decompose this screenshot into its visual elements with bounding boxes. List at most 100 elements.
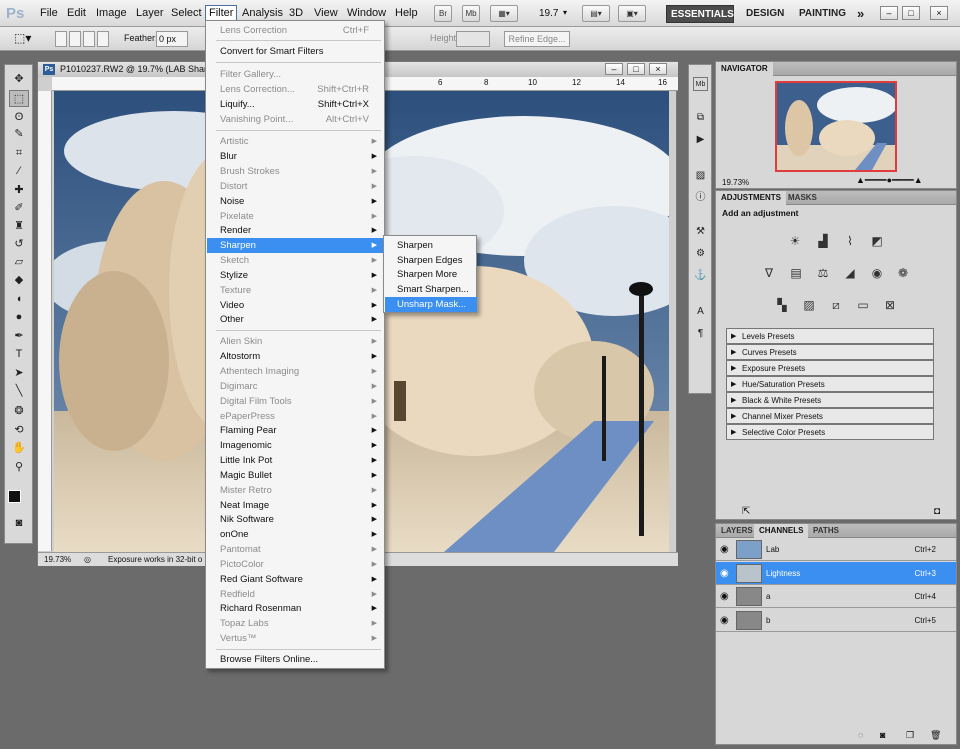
launch-minibridge-button[interactable]: Mb	[462, 5, 480, 22]
menu-item-filter-gallery[interactable]: Filter Gallery...	[207, 67, 383, 82]
menu-window[interactable]: Window	[347, 7, 386, 19]
marquee-tool-preset-icon[interactable]: ⬚▾	[14, 31, 42, 47]
status-zoom[interactable]: 19.73%	[44, 553, 71, 566]
hand-tool-icon[interactable]: ✋	[9, 440, 29, 457]
tab-channels[interactable]: CHANNELS	[754, 524, 809, 538]
preset-hue-saturation[interactable]: ▶ Hue/Saturation Presets	[726, 376, 934, 392]
save-selection-icon[interactable]: ◙	[880, 730, 885, 740]
vibrance-icon[interactable]: ∇	[760, 265, 778, 281]
menu-help[interactable]: Help	[395, 7, 418, 19]
dodge-tool-icon[interactable]: ●	[9, 309, 29, 326]
exposure-icon[interactable]: ◩	[868, 233, 886, 249]
tab-masks[interactable]: MASKS	[783, 191, 822, 205]
launch-bridge-button[interactable]: Br	[434, 5, 452, 22]
paint-bucket-tool-icon[interactable]: ◆	[9, 272, 29, 289]
eye-icon[interactable]: ◉	[720, 585, 729, 608]
restore-button[interactable]: □	[902, 6, 920, 20]
curves-icon[interactable]: ⌇	[841, 233, 859, 249]
channel-row-b[interactable]: ◉ b Ctrl+5	[716, 609, 956, 632]
navigator-icon[interactable]: ▨	[693, 169, 708, 183]
crop-tool-icon[interactable]: ⌗	[9, 145, 29, 162]
menu-filter[interactable]: Filter	[205, 5, 238, 21]
invert-icon[interactable]: ▚	[773, 297, 791, 313]
zoom-slider[interactable]: ▲━━━━●━━━━▲	[856, 175, 923, 186]
eyedropper-tool-icon[interactable]: ⁄	[9, 163, 29, 180]
trash-icon[interactable]: 🗑	[930, 730, 941, 741]
menu-item-plugin[interactable]: PictoColor ▶	[207, 557, 383, 572]
menu-3d[interactable]: 3D	[289, 7, 303, 19]
menu-item-plugin[interactable]: Alien Skin ▶	[207, 334, 383, 349]
return-icon[interactable]: ⇱	[742, 506, 750, 517]
clone-stamp-tool-icon[interactable]: ♜	[9, 218, 29, 235]
menu-item-plugin[interactable]: Neat Image ▶	[207, 498, 383, 513]
height-input[interactable]	[456, 31, 490, 47]
screen-mode-icon[interactable]: ▣▾	[618, 5, 646, 22]
gradient-map-icon[interactable]: ▭	[854, 297, 872, 313]
eye-icon[interactable]: ◉	[720, 538, 729, 561]
doc-restore-button[interactable]: □	[627, 63, 645, 75]
menu-item-render[interactable]: Render ▶	[207, 223, 383, 238]
menu-item-plugin[interactable]: Imagenomic ▶	[207, 438, 383, 453]
submenu-item-sharpen-more[interactable]: Sharpen More	[385, 267, 477, 282]
menu-edit[interactable]: Edit	[67, 7, 86, 19]
hue-saturation-icon[interactable]: ▤	[787, 265, 805, 281]
menu-item-plugin[interactable]: Pantomat ▶	[207, 542, 383, 557]
eraser-tool-icon[interactable]: ▱	[9, 254, 29, 271]
menu-item-lens-correction[interactable]: Lens Correction... Shift+Ctrl+R	[207, 82, 383, 97]
tool-presets-icon[interactable]: ⚓	[693, 269, 708, 283]
workspace-essentials[interactable]: ESSENTIALS	[666, 5, 734, 23]
photo-filter-icon[interactable]: ◉	[868, 265, 886, 281]
actions-icon[interactable]: ▶	[693, 133, 708, 147]
subtract-selection-icon[interactable]	[83, 31, 95, 47]
lasso-tool-icon[interactable]: ʘ	[9, 109, 29, 126]
preset-exposure[interactable]: ▶ Exposure Presets	[726, 360, 934, 376]
info-icon[interactable]: ⓘ	[693, 191, 708, 205]
menu-item-distort[interactable]: Distort ▶	[207, 179, 383, 194]
menu-item-last-filter[interactable]: Lens Correction Ctrl+F	[207, 23, 383, 38]
move-tool-icon[interactable]: ✥	[9, 71, 29, 88]
navigator-thumbnail[interactable]	[775, 81, 897, 172]
tab-adjustments[interactable]: ADJUSTMENTS	[716, 191, 787, 205]
menu-item-plugin[interactable]: Mister Retro ▶	[207, 483, 383, 498]
arrange-documents-icon[interactable]: ▤▾	[582, 5, 610, 22]
workspace-painting[interactable]: PAINTING	[795, 5, 850, 23]
preset-curves[interactable]: ▶ Curves Presets	[726, 344, 934, 360]
channel-row-lightness[interactable]: ◉ Lightness Ctrl+3	[716, 562, 956, 585]
menu-item-plugin[interactable]: Vertus™ ▶	[207, 631, 383, 646]
menu-item-plugin[interactable]: Magic Bullet ▶	[207, 468, 383, 483]
color-balance-icon[interactable]: ⚖	[814, 265, 832, 281]
menu-image[interactable]: Image	[96, 7, 127, 19]
preset-black-white[interactable]: ▶ Black & White Presets	[726, 392, 934, 408]
brightness-contrast-icon[interactable]: ☀	[786, 233, 804, 249]
eye-icon[interactable]: ◉	[720, 562, 729, 585]
paragraph-icon[interactable]: ¶	[693, 327, 708, 341]
menu-item-blur[interactable]: Blur ▶	[207, 149, 383, 164]
preset-levels[interactable]: ▶ Levels Presets	[726, 328, 934, 344]
menu-item-brush-strokes[interactable]: Brush Strokes ▶	[207, 164, 383, 179]
preset-selective-color[interactable]: ▶ Selective Color Presets	[726, 424, 934, 440]
doc-minimize-button[interactable]: –	[605, 63, 623, 75]
menu-item-plugin[interactable]: Digimarc ▶	[207, 379, 383, 394]
threshold-icon[interactable]: ⧄	[827, 297, 845, 313]
menu-item-plugin[interactable]: Red Giant Software ▶	[207, 572, 383, 587]
extras-icon[interactable]: ▦▾	[490, 5, 518, 22]
foreground-color-swatch[interactable]	[8, 490, 21, 503]
menu-item-artistic[interactable]: Artistic ▶	[207, 134, 383, 149]
submenu-item-sharpen[interactable]: Sharpen	[385, 238, 477, 253]
menu-item-plugin[interactable]: Redfield ▶	[207, 587, 383, 602]
channel-row-a[interactable]: ◉ a Ctrl+4	[716, 585, 956, 608]
menu-item-video[interactable]: Video ▶	[207, 298, 383, 313]
clone-source-icon[interactable]: ⚙	[693, 247, 708, 261]
minimize-button[interactable]: –	[880, 6, 898, 20]
add-selection-icon[interactable]	[69, 31, 81, 47]
feather-input[interactable]: 0 px	[156, 31, 188, 47]
menu-item-browse-filters-online[interactable]: Browse Filters Online...	[207, 652, 383, 667]
submenu-item-smart-sharpen[interactable]: Smart Sharpen...	[385, 282, 477, 297]
brushes-icon[interactable]: ⚒	[693, 225, 708, 239]
navigator-zoom[interactable]: 19.73%	[722, 178, 749, 187]
history-icon[interactable]: ⧉	[693, 111, 708, 125]
menu-item-other[interactable]: Other ▶	[207, 312, 383, 327]
tab-layers[interactable]: LAYERS	[716, 524, 758, 538]
menu-item-texture[interactable]: Texture ▶	[207, 283, 383, 298]
close-button[interactable]: ×	[930, 6, 948, 20]
